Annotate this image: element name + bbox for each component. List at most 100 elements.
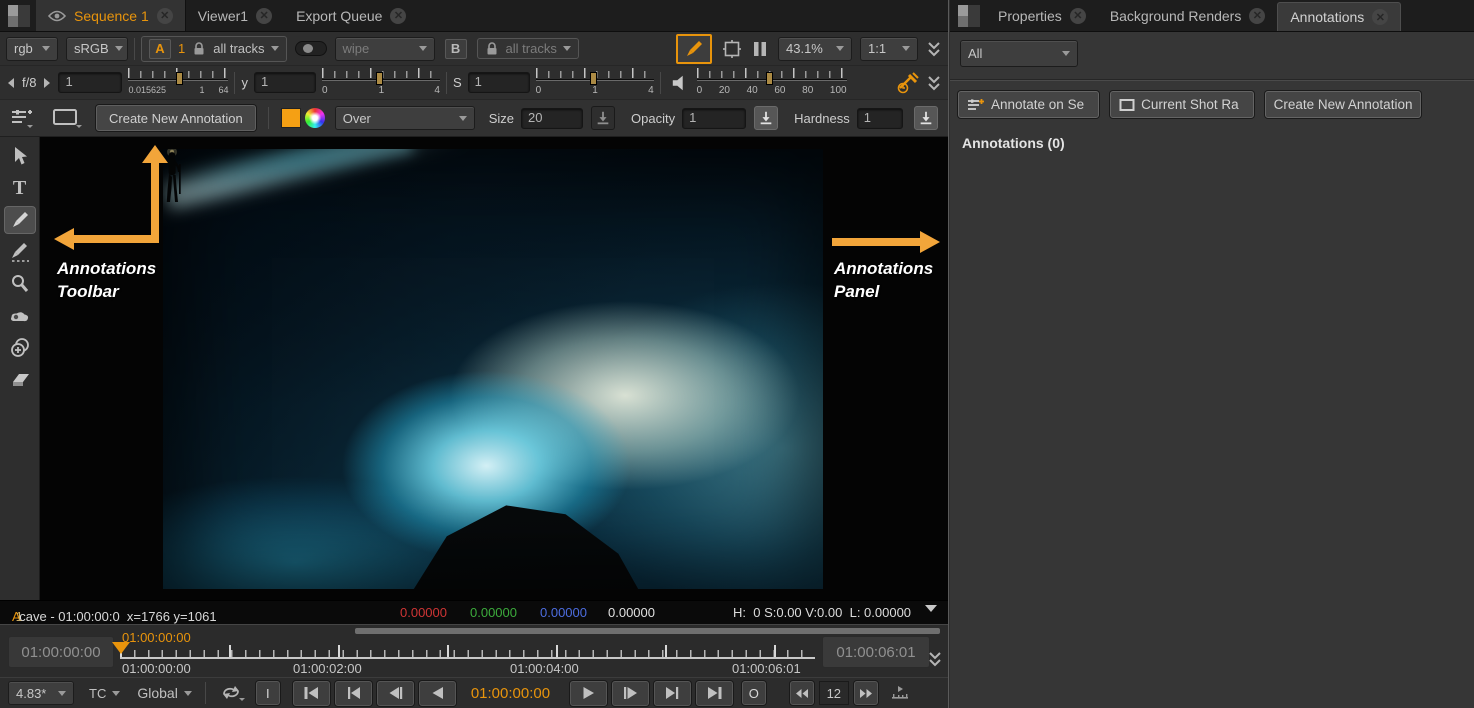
gain-field[interactable]: 1 (58, 72, 123, 93)
wipe-dropdown[interactable]: wipe (334, 36, 435, 61)
skip-start-icon (304, 687, 318, 699)
close-icon[interactable]: ✕ (1372, 9, 1389, 25)
speaker-icon[interactable] (671, 74, 689, 92)
sample-timer-icon[interactable] (894, 71, 920, 95)
playhead-marker[interactable] (112, 642, 130, 654)
zoom-level-dropdown[interactable]: 43.1% (778, 36, 852, 61)
tab-viewer1[interactable]: Viewer1 ✕ (186, 0, 284, 31)
wipe-toggle[interactable] (294, 41, 327, 56)
input-b-badge[interactable]: B (444, 38, 467, 59)
channels-dropdown[interactable]: rgb (6, 36, 58, 61)
shot-range-dropdown[interactable]: Current Shot Ra (1110, 91, 1254, 118)
loop-mode-icon[interactable] (219, 683, 245, 703)
tab-annotations[interactable]: Annotations ✕ (1277, 2, 1402, 31)
step-back-icon (389, 687, 403, 699)
timeline-out-field[interactable]: 01:00:06:01 (822, 636, 930, 668)
set-out-button[interactable]: O (741, 681, 766, 705)
select-tool[interactable] (5, 143, 35, 169)
set-in-button[interactable]: I (255, 681, 280, 705)
colorspace-dropdown[interactable]: sRGB (66, 36, 128, 61)
step-forward-button[interactable] (611, 680, 649, 706)
clone-tool[interactable] (5, 335, 35, 361)
volume-slider[interactable]: 0 20 40 60 80 100 (696, 67, 847, 98)
next-stop-icon[interactable] (42, 77, 52, 89)
fps-field[interactable]: 12 (818, 681, 849, 705)
close-icon[interactable]: ✕ (156, 7, 173, 24)
go-to-start-button[interactable] (292, 680, 330, 706)
lock-icon[interactable] (192, 41, 206, 56)
zoom-tool[interactable] (5, 271, 35, 297)
close-icon[interactable]: ✕ (256, 7, 273, 24)
size-field[interactable]: 20 (521, 107, 583, 129)
next-edit-button[interactable] (653, 680, 691, 706)
step-back-button[interactable] (376, 680, 414, 706)
tab-background-renders[interactable]: Background Renders ✕ (1098, 0, 1278, 31)
create-annotation-button[interactable]: Create New Annotation (96, 105, 256, 131)
store-default-icon[interactable] (754, 106, 779, 130)
viewer-canvas[interactable]: Annotations Toolbar Annotations Panel (40, 137, 948, 600)
opacity-field[interactable]: 1 (682, 107, 747, 129)
annotation-pen-button[interactable] (676, 33, 712, 64)
timeline-scrollbar[interactable] (355, 628, 940, 634)
viewer-tabbar: Sequence 1 ✕ Viewer1 ✕ Export Queue ✕ (0, 0, 948, 32)
annotation-menu-icon[interactable] (10, 107, 34, 129)
chevron-double-down-icon[interactable] (927, 651, 943, 667)
panel-layout-icon[interactable] (958, 5, 980, 27)
caret-down-icon[interactable] (925, 605, 937, 612)
previous-edit-button[interactable] (334, 680, 372, 706)
text-tool[interactable]: T (5, 175, 35, 201)
prev-stop-icon[interactable] (6, 77, 16, 89)
brush-dashed-icon (11, 243, 29, 262)
play-backward-button[interactable] (418, 680, 456, 706)
viewer-timeline[interactable]: 01:00:00:00 01:00:00:00 01:00:00:00 01:0… (0, 624, 948, 677)
proxy-scale-dropdown[interactable]: 1:1 (860, 36, 918, 61)
close-icon[interactable]: ✕ (1249, 7, 1266, 24)
gamma-slider[interactable]: 0 1 4 (321, 67, 440, 98)
tab-sequence[interactable]: Sequence 1 ✕ (36, 0, 186, 31)
go-to-end-button[interactable] (695, 680, 733, 706)
guides-icon[interactable] (718, 36, 746, 62)
tab-export-queue[interactable]: Export Queue ✕ (284, 0, 418, 31)
application-window: Sequence 1 ✕ Viewer1 ✕ Export Queue ✕ rg… (0, 0, 1474, 708)
play-back-icon (432, 687, 443, 699)
range-mode-dropdown[interactable]: Global (137, 685, 192, 701)
create-annotation-button[interactable]: Create New Annotation (1264, 91, 1422, 118)
pause-icon[interactable] (746, 36, 774, 62)
close-icon[interactable]: ✕ (1069, 7, 1086, 24)
color-wheel-icon[interactable] (304, 108, 325, 128)
close-icon[interactable]: ✕ (390, 7, 407, 24)
timeline-marker-icon[interactable] (890, 685, 910, 701)
gamma-field[interactable]: 1 (253, 72, 316, 93)
store-default-icon[interactable] (914, 106, 938, 130)
playback-speed-dropdown[interactable]: 4.83* (8, 681, 74, 705)
annotate-on-dropdown[interactable]: Annotate on Se (958, 91, 1100, 118)
store-default-icon[interactable] (591, 106, 615, 130)
fps-increase-button[interactable] (853, 681, 878, 705)
cloud-tool[interactable] (5, 303, 35, 329)
time-display-dropdown[interactable]: TC (89, 686, 121, 701)
lock-icon[interactable] (485, 41, 499, 56)
hardness-field[interactable]: 1 (856, 107, 903, 129)
line-brush-tool[interactable] (5, 239, 35, 265)
tracks-b-dropdown[interactable]: all tracks (506, 41, 571, 56)
panel-layout-icon[interactable] (8, 5, 30, 27)
brush-tool[interactable] (4, 207, 35, 233)
saturation-field[interactable]: 1 (467, 72, 530, 93)
annotation-filter-dropdown[interactable]: All (960, 40, 1078, 67)
saturation-slider[interactable]: 0 1 4 (535, 67, 654, 98)
tab-sequence-label: Sequence 1 (74, 7, 149, 24)
chevron-double-down-icon[interactable] (926, 75, 942, 91)
chevron-double-down-icon[interactable] (926, 41, 942, 57)
current-timecode[interactable]: 01:00:00:00 (471, 685, 555, 702)
timeline-in-field[interactable]: 01:00:00:00 (8, 636, 114, 668)
shape-rectangle-icon[interactable] (52, 107, 82, 129)
tab-properties[interactable]: Properties ✕ (986, 0, 1098, 31)
input-a-badge[interactable]: A (149, 38, 171, 59)
gain-slider[interactable]: 0.015625 1 64 (128, 67, 229, 98)
blend-mode-dropdown[interactable]: Over (334, 106, 475, 130)
tracks-a-dropdown[interactable]: all tracks (213, 41, 279, 56)
color-swatch[interactable] (280, 108, 301, 128)
eraser-tool[interactable] (5, 367, 35, 393)
fps-decrease-button[interactable] (789, 681, 814, 705)
play-button[interactable] (569, 680, 607, 706)
